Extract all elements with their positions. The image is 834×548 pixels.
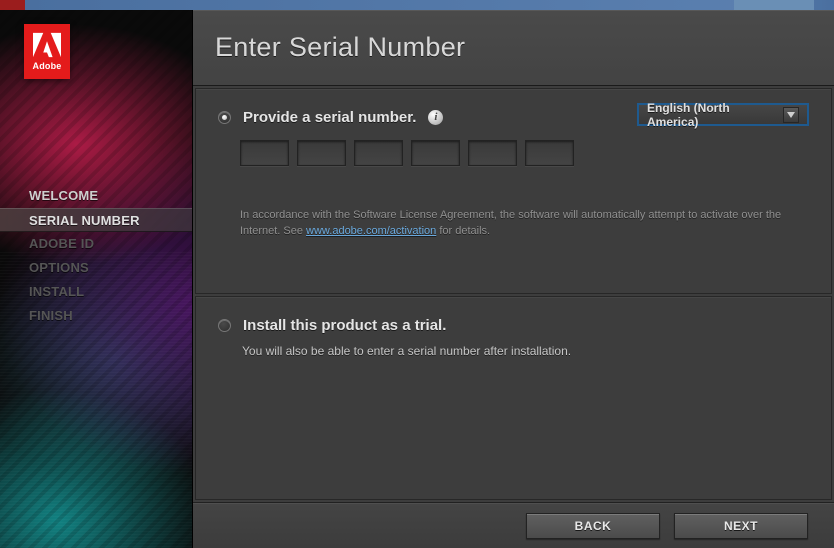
window-titlebar [0,0,834,10]
page-title: Enter Serial Number [215,32,465,63]
nav-adobe-id: ADOBE ID [0,232,192,256]
serial-option-label: Provide a serial number. [243,109,416,126]
content-area: Provide a serial number. i English (Nort… [193,86,834,502]
footer-bar: BACK NEXT [193,502,834,548]
info-icon[interactable]: i [428,110,443,125]
serial-box-1[interactable] [240,140,289,166]
nav-finish: FINISH [0,304,192,328]
nav-welcome[interactable]: WELCOME [0,184,192,208]
serial-box-2[interactable] [297,140,346,166]
sidebar: Adobe WELCOME SERIAL NUMBER ADOBE ID OPT… [0,10,192,548]
serial-box-3[interactable] [354,140,403,166]
radio-install-trial[interactable] [218,319,231,332]
trial-panel: Install this product as a trial. You wil… [195,296,832,500]
serial-panel: Provide a serial number. i English (Nort… [195,88,832,294]
serial-box-6[interactable] [525,140,574,166]
language-selected: English (North America) [647,101,783,129]
adobe-logo: Adobe [24,24,70,79]
trial-subtext: You will also be able to enter a serial … [242,344,809,358]
chevron-down-icon [783,107,799,123]
wizard-steps: WELCOME SERIAL NUMBER ADOBE ID OPTIONS I… [0,184,192,328]
nav-options: OPTIONS [0,256,192,280]
serial-box-4[interactable] [411,140,460,166]
adobe-a-icon [33,32,61,58]
nav-install: INSTALL [0,280,192,304]
main-panel: Enter Serial Number Provide a serial num… [192,10,834,548]
serial-box-5[interactable] [468,140,517,166]
activation-link[interactable]: www.adobe.com/activation [306,225,436,237]
license-agreement-text: In accordance with the Software License … [240,208,809,240]
radio-provide-serial[interactable] [218,111,231,124]
trial-option-label: Install this product as a trial. [243,317,446,334]
adobe-logo-text: Adobe [33,61,62,71]
back-button[interactable]: BACK [526,513,660,539]
serial-input-group [240,140,809,166]
language-select[interactable]: English (North America) [637,103,809,126]
title-bar: Enter Serial Number [193,10,834,86]
nav-serial-number[interactable]: SERIAL NUMBER [0,208,192,232]
next-button[interactable]: NEXT [674,513,808,539]
